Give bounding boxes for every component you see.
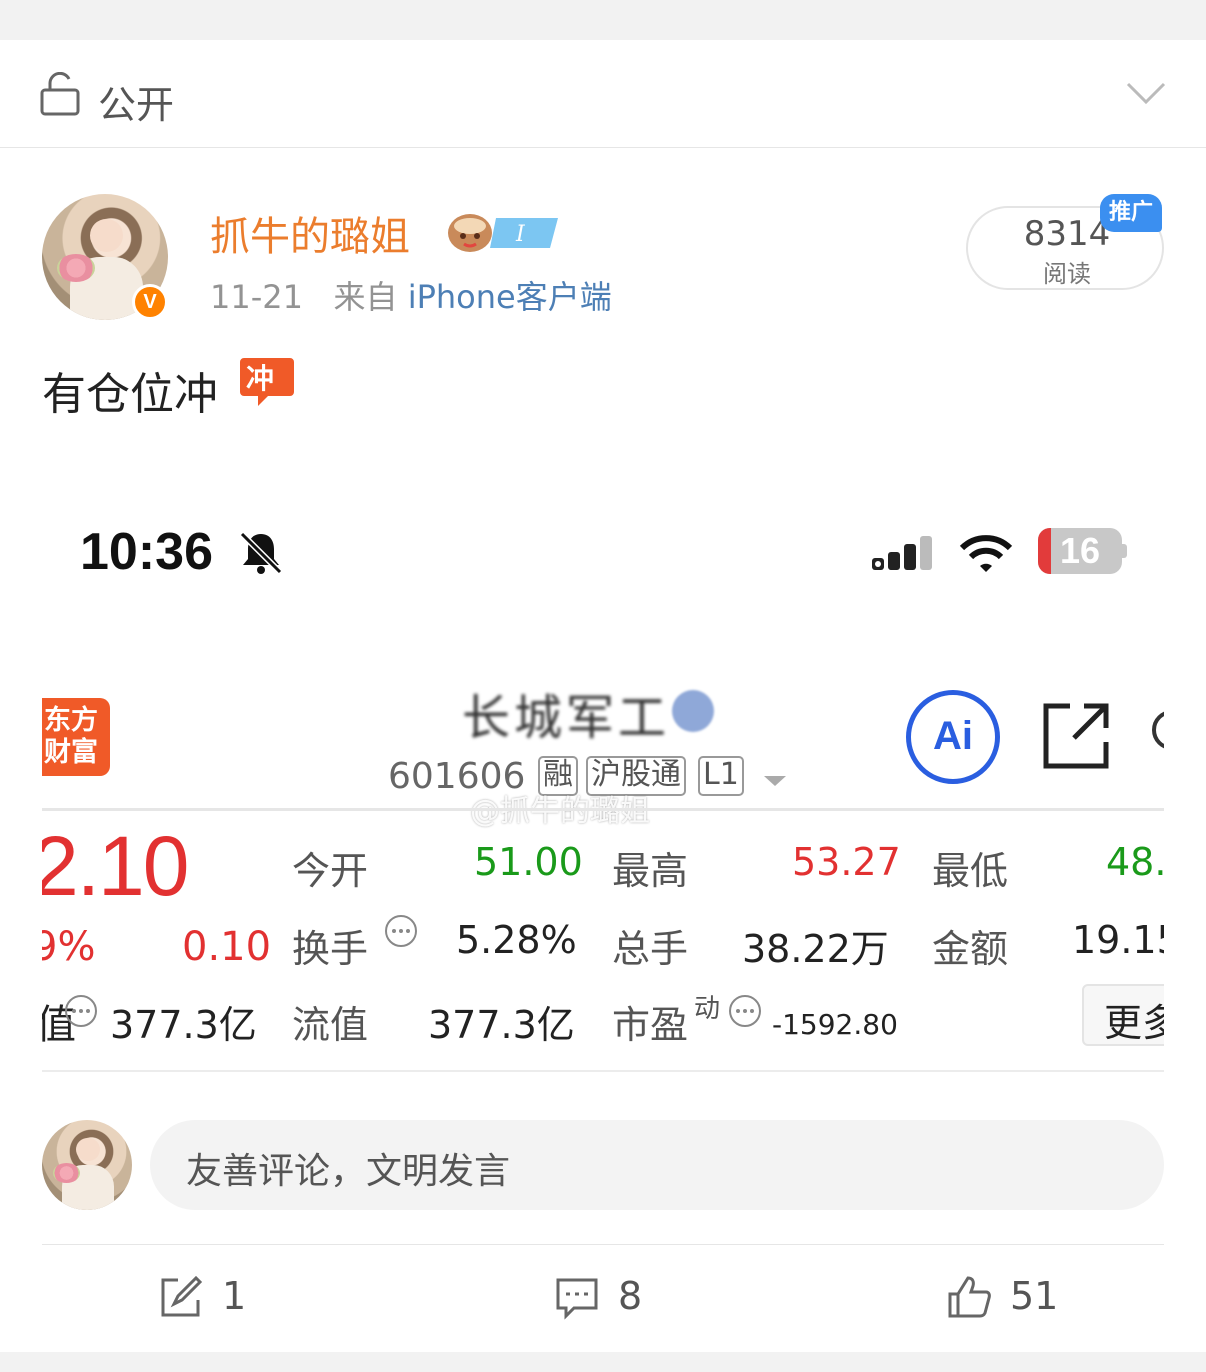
cellular-signal-icon — [872, 536, 932, 570]
amount-value: 19.15 — [1072, 918, 1164, 962]
status-time: 10:36 — [80, 523, 213, 581]
stock-screenshot-image[interactable]: 10:36 16 东方 财富 长城军工 601606 融 沪股通 L1 @抓牛的… — [42, 494, 1164, 1076]
market-cap: 377.3亿 — [110, 1003, 257, 1047]
post-card: 公开 V 抓牛的璐姐 I 11-21 来自 iPhone客户端 8314 阅读 … — [0, 40, 1206, 1352]
wifi-icon — [959, 535, 1013, 572]
comment-placeholder: 友善评论，文明发言 — [186, 1151, 511, 1192]
float-value: 377.3亿 — [428, 1003, 575, 1047]
comment-input[interactable]: 友善评论，文明发言 — [150, 1120, 1164, 1210]
svg-text:I: I — [515, 222, 526, 247]
unlock-icon — [40, 72, 80, 116]
repost-count: 1 — [222, 1274, 247, 1318]
top-gap — [0, 0, 1206, 40]
amount-label: 金额 — [932, 927, 1009, 971]
eastmoney-logo: 东方 财富 — [42, 698, 110, 776]
post-text: 有仓位冲 — [42, 369, 218, 420]
visibility-label: 公开 — [98, 83, 175, 127]
thumbs-up-icon — [948, 1276, 991, 1318]
ai-button: Ai — [906, 690, 1000, 784]
volume-label: 总手 — [612, 927, 689, 971]
caret-down-icon — [764, 776, 786, 786]
member-badge-icon: I — [448, 214, 558, 252]
battery-tip — [1122, 544, 1127, 558]
current-price: 2.10 — [42, 819, 189, 913]
comment-icon — [556, 1278, 598, 1320]
post-meta: 11-21 来自 iPhone客户端 — [210, 272, 612, 318]
turnover-value: 5.28% — [456, 918, 577, 962]
info-dots-icon — [385, 915, 417, 947]
chevron-down-icon[interactable] — [1126, 80, 1166, 106]
bell-muted-icon — [239, 531, 283, 575]
more-quotes-button: 更多 — [1082, 984, 1164, 1046]
stock-mark-icon — [672, 690, 714, 732]
source-prefix: 来自 — [333, 278, 398, 316]
info-dots-icon — [65, 995, 97, 1027]
like-count: 51 — [1010, 1274, 1059, 1318]
stock-name: 长城军工 — [462, 690, 671, 746]
divider — [42, 1244, 1164, 1245]
open-label: 今开 — [292, 849, 369, 893]
share-icon — [1043, 703, 1109, 769]
change-percent: 9% — [42, 924, 96, 970]
post-source[interactable]: iPhone客户端 — [408, 278, 612, 316]
float-label: 流值 — [292, 1003, 369, 1047]
svg-text:冲: 冲 — [246, 362, 274, 395]
visibility-selector[interactable]: 公开 — [0, 40, 1206, 148]
battery-indicator: 16 — [1038, 528, 1122, 574]
post-date: 11-21 — [210, 278, 303, 316]
chong-emoji-icon: 冲 — [240, 358, 294, 406]
my-avatar[interactable] — [42, 1120, 132, 1210]
comment-count: 8 — [618, 1274, 643, 1318]
volume-value: 38.22万 — [742, 927, 889, 971]
verified-badge-icon: V — [132, 284, 168, 320]
divider — [42, 1070, 1164, 1072]
repost-icon — [161, 1275, 203, 1317]
high-value: 53.27 — [792, 840, 901, 884]
author-name[interactable]: 抓牛的璐姐 — [210, 204, 410, 262]
turnover-label: 换手 — [292, 927, 369, 971]
more-circle-icon — [1152, 710, 1164, 750]
battery-level: 16 — [1059, 530, 1101, 571]
tag-level: L1 — [698, 756, 744, 796]
low-label: 最低 — [932, 849, 1009, 893]
promote-badge[interactable]: 推广 — [1100, 194, 1162, 232]
read-label: 阅读 — [1043, 260, 1091, 288]
info-dots-icon — [729, 995, 761, 1027]
pe-label: 市盈 — [612, 1003, 689, 1047]
bottom-gap — [0, 1352, 1206, 1372]
divider — [42, 808, 1164, 811]
change-amount: 0.10 — [182, 924, 272, 970]
high-label: 最高 — [612, 849, 689, 893]
pe-value: -1592.80 — [772, 1008, 898, 1041]
pe-sup: 动 — [694, 994, 721, 1024]
low-value: 48. — [1106, 840, 1164, 884]
open-value: 51.00 — [474, 840, 583, 884]
